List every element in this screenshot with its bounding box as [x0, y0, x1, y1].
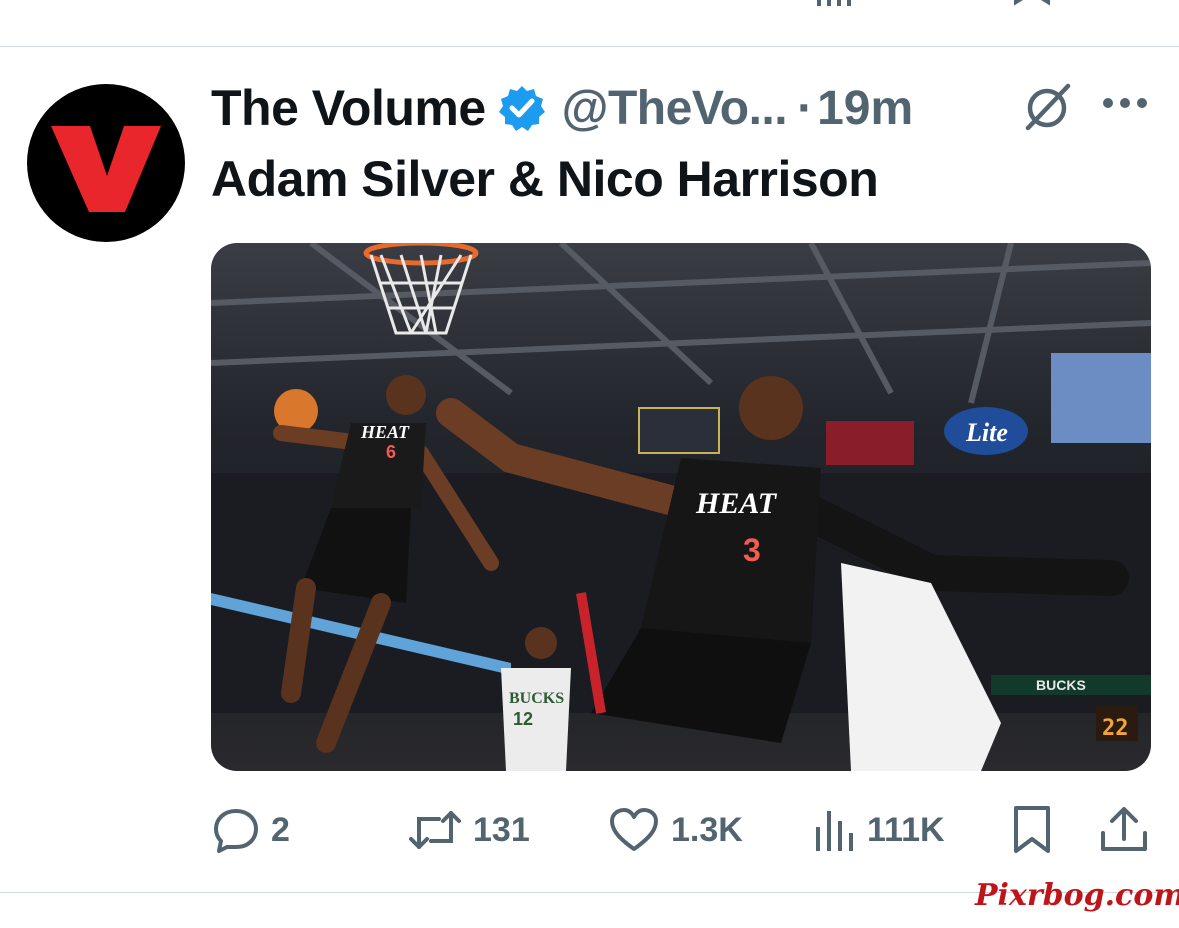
bookmark-icon — [1014, 806, 1050, 853]
tweet-media-photo[interactable]: Lite BUCKS 22 HEAT 6 BUCKS 12 HEAT 3 — [211, 243, 1151, 771]
verified-badge-icon[interactable] — [498, 84, 546, 132]
basketball-photo: Lite BUCKS 22 HEAT 6 BUCKS 12 HEAT 3 — [211, 243, 1151, 771]
arena-ceiling — [211, 243, 1151, 404]
repost-button[interactable]: 131 — [409, 800, 530, 860]
bookmark-icon[interactable] — [1012, 0, 1052, 12]
jersey-bucks-number: 12 — [513, 709, 533, 729]
video-screen — [1051, 353, 1151, 443]
scoreboard — [638, 407, 720, 454]
divider-top — [0, 46, 1179, 47]
watermark: Pixrbog.com — [975, 878, 1179, 913]
like-button[interactable]: 1.3K — [609, 800, 743, 860]
more-icon[interactable] — [1102, 96, 1148, 110]
bookmark-button[interactable] — [1011, 800, 1053, 860]
avatar[interactable] — [27, 84, 185, 242]
share-icon[interactable] — [1102, 0, 1146, 12]
brand-sign-text: Lite — [965, 418, 1008, 447]
share-icon — [1101, 807, 1147, 851]
repost-icon — [409, 811, 461, 849]
views-icon — [816, 811, 853, 851]
reply-icon — [214, 809, 258, 853]
views-button[interactable]: 111K — [813, 800, 945, 860]
scorer-table-text: BUCKS — [1036, 677, 1086, 693]
basketball-hoop — [363, 243, 479, 335]
reply-count: 2 — [271, 810, 290, 849]
views-icon[interactable] — [815, 0, 851, 12]
previous-tweet-actions — [0, 0, 1179, 12]
author-name[interactable]: The Volume — [211, 79, 486, 137]
like-icon — [610, 808, 658, 851]
views-count: 111K — [867, 810, 945, 849]
jersey-right-number: 3 — [743, 532, 761, 568]
shot-clock-text: 22 — [1102, 716, 1129, 741]
jersey-bucks-team: BUCKS — [509, 690, 564, 707]
jersey-left-team: HEAT — [360, 422, 410, 442]
jersey-right-team: HEAT — [695, 487, 778, 520]
tweet-header: The Volume @TheVo... · 19m — [211, 78, 913, 138]
reply-button[interactable]: 2 — [213, 800, 290, 860]
like-count: 1.3K — [671, 810, 743, 849]
jersey-left-number: 6 — [386, 442, 396, 462]
repost-count: 131 — [473, 810, 530, 849]
separator-dot: · — [797, 81, 814, 135]
avatar-logo-icon — [51, 126, 161, 212]
flag-banner — [826, 421, 914, 465]
tweet-text: Adam Silver & Nico Harrison — [211, 151, 879, 207]
tweet-timestamp[interactable]: 19m — [817, 81, 913, 136]
share-button[interactable] — [1099, 800, 1149, 860]
grok-icon[interactable] — [1024, 82, 1072, 132]
author-handle[interactable]: @TheVo... — [562, 81, 788, 136]
tweet-action-bar: 2 131 1.3K 111K — [211, 800, 1151, 860]
